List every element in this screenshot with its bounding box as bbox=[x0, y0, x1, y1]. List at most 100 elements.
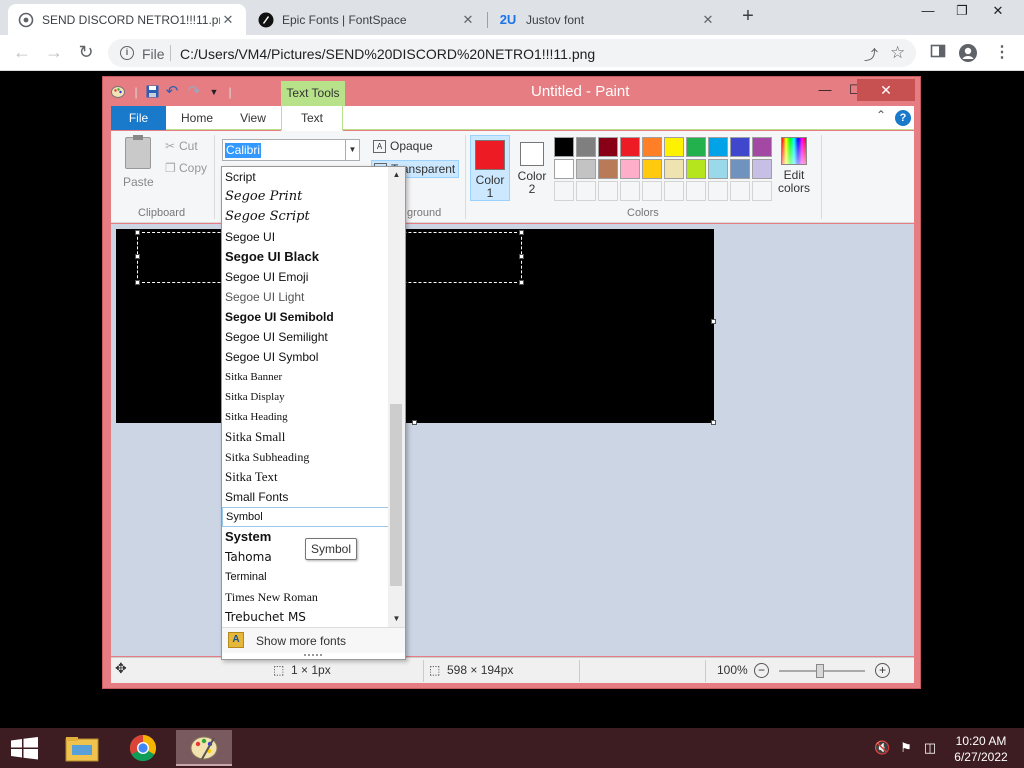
browser-tab-fontspace[interactable]: Epic Fonts | FontSpace ✕ bbox=[248, 4, 486, 35]
paint-close-icon[interactable]: ✕ bbox=[857, 79, 915, 101]
share-icon[interactable]: ⤴ bbox=[864, 45, 878, 65]
bookmark-star-icon[interactable]: ☆ bbox=[890, 43, 905, 63]
profile-avatar-icon[interactable] bbox=[958, 43, 978, 63]
font-family-combobox[interactable]: Calibri ▼ bbox=[222, 139, 360, 161]
palette-color-swatch[interactable] bbox=[620, 159, 640, 179]
browser-tab-justov[interactable]: 2U Justov font ✕ bbox=[488, 4, 726, 35]
cut-button[interactable]: ✂ Cut bbox=[165, 139, 198, 153]
palette-color-swatch[interactable] bbox=[576, 159, 596, 179]
font-option[interactable]: Sitka Banner bbox=[222, 367, 388, 387]
palette-empty-swatch[interactable] bbox=[576, 181, 596, 201]
font-option[interactable]: Sitka Display bbox=[222, 387, 388, 407]
color1-button[interactable]: Color 1 bbox=[470, 135, 510, 201]
network-icon[interactable]: ◫ bbox=[922, 740, 938, 756]
menu-kebab-icon[interactable]: ⋮ bbox=[992, 43, 1012, 63]
paint-taskbar-button[interactable] bbox=[176, 730, 232, 766]
close-window-icon[interactable]: ✕ bbox=[982, 0, 1014, 24]
tab-home[interactable]: Home bbox=[169, 106, 225, 130]
palette-color-swatch[interactable] bbox=[576, 137, 596, 157]
font-option[interactable]: Segoe Script bbox=[222, 207, 388, 227]
file-explorer-taskbar-button[interactable] bbox=[54, 730, 110, 766]
new-tab-button[interactable]: + bbox=[738, 6, 758, 27]
copy-button[interactable]: ❐ Copy bbox=[165, 161, 207, 175]
canvas-resize-handle[interactable] bbox=[711, 420, 716, 425]
palette-color-swatch[interactable] bbox=[686, 137, 706, 157]
palette-empty-swatch[interactable] bbox=[686, 181, 706, 201]
resize-handle[interactable] bbox=[135, 230, 140, 235]
resize-handle[interactable] bbox=[519, 254, 524, 259]
palette-empty-swatch[interactable] bbox=[642, 181, 662, 201]
opaque-option[interactable]: A Opaque bbox=[373, 139, 433, 153]
font-family-value[interactable]: Calibri bbox=[225, 143, 262, 158]
palette-color-swatch[interactable] bbox=[686, 159, 706, 179]
scroll-up-icon[interactable]: ▲ bbox=[388, 167, 405, 183]
palette-empty-swatch[interactable] bbox=[620, 181, 640, 201]
speaker-muted-icon[interactable]: 🔇 bbox=[874, 740, 890, 756]
font-option[interactable]: Sitka Subheading bbox=[222, 447, 388, 467]
palette-color-swatch[interactable] bbox=[598, 137, 618, 157]
chevron-down-icon[interactable]: ▼ bbox=[345, 140, 359, 160]
font-option[interactable]: Symbol bbox=[222, 507, 388, 527]
customize-qat-icon[interactable]: ▼ bbox=[207, 85, 221, 99]
address-bar[interactable]: i File C:/Users/VM4/Pictures/SEND%20DISC… bbox=[108, 39, 916, 67]
paste-button[interactable]: Paste bbox=[123, 175, 154, 189]
taskbar-clock[interactable]: 10:20 AM 6/27/2022 bbox=[950, 733, 1012, 765]
font-option[interactable]: Sitka Small bbox=[222, 427, 388, 447]
forward-icon[interactable]: → bbox=[42, 41, 66, 65]
chrome-taskbar-button[interactable] bbox=[115, 730, 171, 766]
font-option[interactable]: Segoe UI Light bbox=[222, 287, 388, 307]
start-button[interactable] bbox=[0, 728, 50, 768]
zoom-out-icon[interactable]: − bbox=[754, 663, 769, 678]
palette-color-swatch[interactable] bbox=[664, 159, 684, 179]
minimize-icon[interactable]: — bbox=[912, 0, 944, 24]
palette-color-swatch[interactable] bbox=[642, 159, 662, 179]
resize-handle[interactable] bbox=[519, 280, 524, 285]
font-option[interactable]: Times New Roman bbox=[222, 587, 388, 607]
image-canvas[interactable] bbox=[116, 229, 714, 423]
tab-view[interactable]: View bbox=[225, 106, 281, 130]
palette-color-swatch[interactable] bbox=[730, 137, 750, 157]
font-option[interactable]: Segoe UI Emoji bbox=[222, 267, 388, 287]
font-option[interactable]: Trebuchet MS bbox=[222, 607, 388, 627]
palette-color-swatch[interactable] bbox=[730, 159, 750, 179]
paint-minimize-icon[interactable]: — bbox=[811, 81, 839, 99]
scroll-thumb[interactable] bbox=[390, 404, 402, 586]
zoom-slider-thumb[interactable] bbox=[816, 664, 824, 678]
font-option[interactable]: Segoe UI Black bbox=[222, 247, 388, 267]
palette-color-swatch[interactable] bbox=[554, 137, 574, 157]
canvas-resize-handle[interactable] bbox=[412, 420, 417, 425]
palette-color-swatch[interactable] bbox=[708, 137, 728, 157]
undo-icon[interactable]: ↶ bbox=[165, 84, 179, 99]
resize-grip-icon[interactable] bbox=[304, 654, 322, 658]
tab-text[interactable]: Text bbox=[281, 106, 343, 131]
palette-color-swatch[interactable] bbox=[752, 137, 772, 157]
edit-colors-button[interactable]: Edit colors bbox=[775, 135, 813, 195]
color2-button[interactable]: Color 2 bbox=[512, 135, 552, 201]
tab-file[interactable]: File bbox=[111, 106, 166, 130]
palette-color-swatch[interactable] bbox=[664, 137, 684, 157]
palette-color-swatch[interactable] bbox=[708, 159, 728, 179]
palette-color-swatch[interactable] bbox=[620, 137, 640, 157]
reload-icon[interactable]: ↻ bbox=[74, 41, 98, 65]
font-option[interactable]: Segoe UI Semilight bbox=[222, 327, 388, 347]
palette-empty-swatch[interactable] bbox=[752, 181, 772, 201]
save-icon[interactable] bbox=[145, 85, 159, 99]
redo-icon[interactable]: ↷ bbox=[187, 84, 201, 99]
palette-empty-swatch[interactable] bbox=[598, 181, 618, 201]
paste-icon[interactable] bbox=[125, 135, 151, 169]
resize-handle[interactable] bbox=[519, 230, 524, 235]
font-option[interactable]: Sitka Text bbox=[222, 467, 388, 487]
font-option[interactable]: Small Fonts bbox=[222, 487, 388, 507]
palette-empty-swatch[interactable] bbox=[554, 181, 574, 201]
font-list-scrollbar[interactable]: ▲ ▼ bbox=[388, 167, 405, 627]
palette-color-swatch[interactable] bbox=[642, 137, 662, 157]
address-url[interactable]: C:/Users/VM4/Pictures/SEND%20DISCORD%20N… bbox=[180, 46, 595, 62]
font-option[interactable]: Segoe UI bbox=[222, 227, 388, 247]
side-panel-icon[interactable] bbox=[928, 43, 948, 63]
palette-color-swatch[interactable] bbox=[598, 159, 618, 179]
close-tab-icon[interactable]: ✕ bbox=[700, 12, 716, 28]
resize-handle[interactable] bbox=[135, 280, 140, 285]
browser-tab-image[interactable]: SEND DISCORD NETRO1!!!11.png ✕ bbox=[8, 4, 246, 35]
collapse-ribbon-icon[interactable]: ⌃ bbox=[876, 108, 886, 122]
font-option[interactable]: Sitka Heading bbox=[222, 407, 388, 427]
